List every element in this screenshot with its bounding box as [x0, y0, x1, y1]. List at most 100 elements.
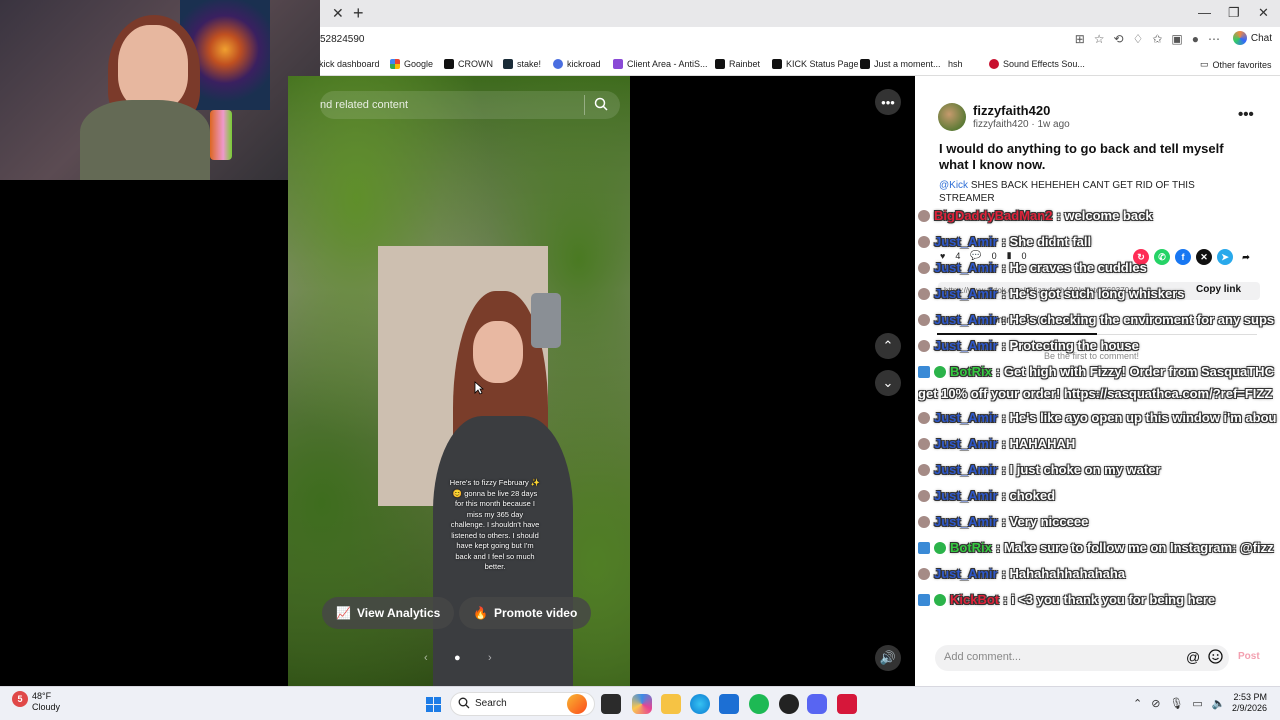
obs-icon[interactable]: [779, 694, 799, 714]
view-analytics-button[interactable]: 📈 View Analytics: [322, 597, 455, 629]
chat-username[interactable]: Just_Amir: [934, 260, 998, 275]
chat-username[interactable]: Just_Amir: [934, 312, 998, 327]
post-more-icon[interactable]: •••: [1238, 106, 1254, 123]
clock[interactable]: 2:53 PM 2/9/2026: [1232, 692, 1267, 714]
chat-message: Just_Amir: She didnt fall: [918, 234, 1091, 249]
favorite-kick-dashboard[interactable]: kick dashboard: [319, 59, 380, 69]
favorite-label: hsh: [948, 59, 963, 69]
carousel-next-icon[interactable]: ›: [488, 652, 492, 664]
more-options-icon[interactable]: •••: [875, 89, 901, 115]
chat-username[interactable]: Just_Amir: [934, 488, 998, 503]
favorite-google[interactable]: Google: [390, 59, 433, 69]
chat-message: Just_Amir: He craves the cuddles: [918, 260, 1147, 275]
weather-widget[interactable]: 5 48°F Cloudy: [12, 691, 60, 713]
video-backdrop-left: [0, 180, 288, 686]
favorite-rainbet[interactable]: Rainbet: [715, 59, 760, 69]
temperature: 48°F: [32, 691, 52, 701]
extensions-icon[interactable]: ⟲: [1114, 32, 1124, 46]
previous-video-icon[interactable]: ⌃: [875, 333, 901, 359]
chat-username[interactable]: Just_Amir: [934, 514, 998, 529]
favorite-client-area[interactable]: Client Area - AntiS...: [613, 59, 708, 69]
favorite-kick-status[interactable]: KICK Status Page: [772, 59, 859, 69]
microphone-icon[interactable]: 🎙: [1169, 697, 1183, 710]
other-favorites[interactable]: ▭ Other favorites: [1200, 59, 1272, 70]
user-badge-icon: [918, 489, 930, 502]
promote-video-button[interactable]: 🔥 Promote video: [459, 597, 592, 629]
post-description-text: SHES BACK HEHEHEH CANT GET RID OF THIS S…: [939, 180, 1195, 204]
chat-username[interactable]: Just_Amir: [934, 338, 998, 353]
collections-icon[interactable]: ▣: [1171, 32, 1182, 46]
verified-badge-icon: [934, 365, 946, 378]
favorite-sound-effects[interactable]: Sound Effects Sou...: [989, 59, 1085, 69]
chat-text: get 10% off your order! https://sasquath…: [918, 386, 1273, 401]
tray-overflow-icon[interactable]: ⌃: [1133, 697, 1142, 710]
chat-username[interactable]: BigDaddyBadMan2: [934, 208, 1052, 223]
minimize-icon[interactable]: —: [1198, 5, 1211, 20]
chat-username[interactable]: Just_Amir: [934, 436, 998, 451]
edge-browser-icon[interactable]: [690, 694, 710, 714]
settings-more-icon[interactable]: ⋯: [1208, 32, 1220, 46]
search-input[interactable]: nd related content: [320, 99, 408, 111]
close-tab-icon[interactable]: ✕: [332, 5, 344, 22]
comment-placeholder[interactable]: Add comment...: [944, 651, 1021, 663]
app-install-icon[interactable]: ⊞: [1075, 32, 1085, 46]
carousel-dot[interactable]: ●: [454, 652, 461, 664]
start-button-icon[interactable]: [426, 697, 441, 712]
copilot-chat-button[interactable]: Chat: [1232, 31, 1272, 45]
discord-icon[interactable]: [807, 694, 827, 714]
favorite-crown[interactable]: CROWN: [444, 59, 493, 69]
red-app-icon[interactable]: [837, 694, 857, 714]
profile-icon[interactable]: ●: [1192, 32, 1199, 46]
task-view-icon[interactable]: [601, 694, 621, 714]
browser-essentials-icon[interactable]: ♢: [1133, 32, 1144, 46]
favorite-just-a-moment[interactable]: Just a moment...: [860, 59, 941, 69]
bot-badge-icon: [918, 541, 930, 554]
mention-icon[interactable]: @: [1186, 649, 1200, 665]
file-explorer-icon[interactable]: [661, 694, 681, 714]
chat-message: Just_Amir: Hahahahhahahaha: [918, 566, 1125, 581]
store-icon[interactable]: [719, 694, 739, 714]
spotify-icon[interactable]: [749, 694, 769, 714]
url-text[interactable]: 52824590: [320, 34, 365, 45]
chat-username[interactable]: Just_Amir: [934, 286, 998, 301]
volume-tray-icon[interactable]: 🔈: [1212, 697, 1226, 710]
post-author[interactable]: fizzyfaith420: [973, 103, 1050, 118]
chat-text: : He's got such long whiskers: [1001, 286, 1185, 301]
display-icon[interactable]: ▭: [1192, 697, 1202, 710]
copilot-app-icon[interactable]: [632, 694, 652, 714]
mention-link[interactable]: @Kick: [939, 180, 968, 191]
chat-message: BotRix: Make sure to follow me on Instag…: [918, 540, 1274, 555]
emoji-icon[interactable]: [1208, 649, 1223, 664]
stream-chat-overlay: BigDaddyBadMan2: welcome back Just_Amir: …: [918, 208, 1280, 618]
chat-message: BigDaddyBadMan2: welcome back: [918, 208, 1153, 223]
chat-username[interactable]: BotRix: [950, 540, 992, 555]
video-player[interactable]: [288, 76, 630, 686]
chat-username[interactable]: KickBot: [950, 592, 999, 607]
chat-username[interactable]: Just_Amir: [934, 462, 998, 477]
chat-username[interactable]: Just_Amir: [934, 566, 998, 581]
search-icon[interactable]: [594, 97, 608, 111]
avatar[interactable]: [938, 103, 966, 131]
pizza-app-icon[interactable]: [567, 694, 587, 714]
carousel-prev-icon[interactable]: ‹: [424, 652, 428, 664]
chat-message: Just_Amir: He's like ayo open up this wi…: [918, 410, 1276, 425]
chat-username[interactable]: Just_Amir: [934, 234, 998, 249]
favorite-kickroad[interactable]: kickroad: [553, 59, 601, 69]
post-comment-button[interactable]: Post: [1238, 651, 1260, 662]
close-window-icon[interactable]: ✕: [1258, 5, 1269, 21]
chat-username[interactable]: BotRix: [950, 364, 992, 379]
restore-icon[interactable]: ❐: [1228, 5, 1240, 21]
favorite-hsh[interactable]: hsh: [948, 59, 963, 69]
stake-icon: [503, 59, 513, 69]
new-tab-icon[interactable]: +: [353, 3, 364, 24]
chat-username[interactable]: Just_Amir: [934, 410, 998, 425]
favorite-stake[interactable]: stake!: [503, 59, 541, 69]
network-off-icon[interactable]: ⊘: [1151, 697, 1160, 710]
volume-icon[interactable]: 🔊: [875, 645, 901, 671]
favorites-icon[interactable]: ✩: [1152, 32, 1162, 46]
mouse-cursor-icon: [474, 381, 484, 395]
favorite-star-icon[interactable]: ☆: [1094, 32, 1105, 46]
bot-badge-icon: [918, 365, 930, 378]
next-video-icon[interactable]: ⌄: [875, 370, 901, 396]
chat-message: KickBot: i <3 you thank you for being he…: [918, 592, 1215, 607]
